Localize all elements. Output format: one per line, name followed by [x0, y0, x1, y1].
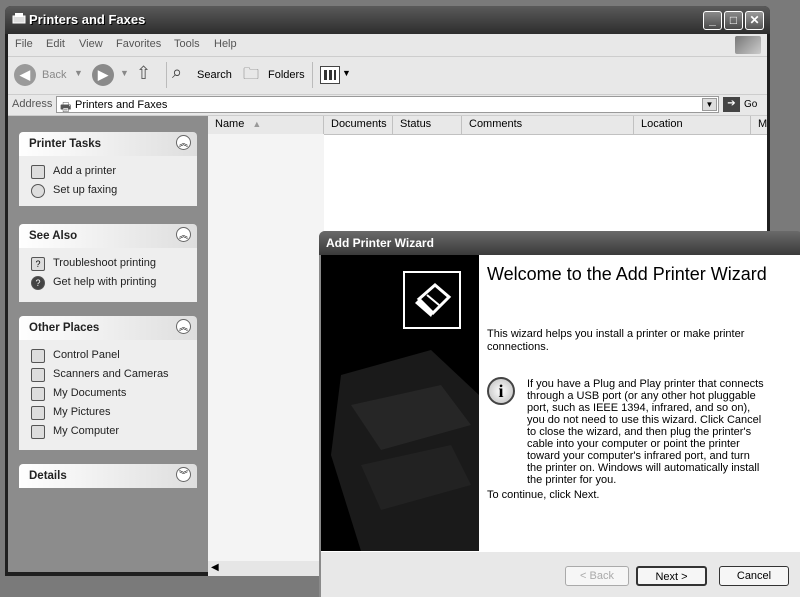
back-dropdown-icon[interactable]: ▼	[74, 68, 83, 78]
help-printing-link[interactable]: ? Get help with printing	[31, 275, 191, 293]
my-documents-link[interactable]: My Documents	[31, 386, 191, 404]
views-dropdown-icon[interactable]: ▼	[342, 68, 351, 78]
set-up-faxing-link[interactable]: Set up faxing	[31, 183, 181, 201]
scanners-cameras-link[interactable]: Scanners and Cameras	[31, 367, 191, 385]
wizard-title: Add Printer Wizard	[326, 236, 434, 250]
column-documents[interactable]: Documents	[324, 116, 393, 134]
go-button[interactable]: Go	[744, 99, 757, 110]
address-dropdown-icon[interactable]: ▼	[702, 98, 717, 111]
window-title: Printers and Faxes	[29, 12, 146, 27]
see-also-panel: ? Troubleshoot printing ? Get help with …	[19, 248, 197, 302]
cancel-button[interactable]: Cancel	[719, 566, 789, 586]
horizontal-scrollbar[interactable]: ◀	[208, 561, 324, 576]
add-printer-wizard-dialog: Add Printer Wizard Welcome to the Add Pr…	[319, 231, 800, 597]
column-header-row: Name ▲ Documents Status Comments Location…	[208, 116, 767, 135]
column-location[interactable]: Location	[634, 116, 751, 134]
my-computer-link[interactable]: My Computer	[31, 424, 191, 442]
collapse-chevron-icon[interactable]: ︽	[176, 319, 191, 334]
my-pictures-link[interactable]: My Pictures	[31, 405, 191, 423]
details-header[interactable]: Details ︾	[19, 464, 197, 488]
sort-ascending-icon: ▲	[252, 119, 262, 129]
forward-dropdown-icon[interactable]: ▼	[120, 68, 129, 78]
back-arrow-icon[interactable]: ◀	[14, 64, 36, 86]
pictures-folder-icon	[31, 406, 45, 420]
printer-tasks-header[interactable]: Printer Tasks ︽	[19, 132, 197, 156]
wizard-side-banner	[321, 255, 479, 551]
printer-folder-icon	[12, 13, 26, 24]
title-bar[interactable]: Printers and Faxes _ □ ✕	[5, 6, 770, 34]
scanner-icon	[31, 368, 45, 382]
views-icon[interactable]	[320, 66, 340, 84]
collapse-chevron-icon[interactable]: ︽	[176, 227, 191, 242]
back-button-label[interactable]: Back	[42, 69, 66, 81]
address-field[interactable]: 🖶 Printers and Faxes ▼	[56, 96, 719, 114]
toolbar-separator	[312, 62, 313, 88]
panel-title: Other Places	[29, 322, 100, 334]
printer-icon	[403, 271, 461, 329]
windows-logo-icon	[735, 36, 761, 54]
go-arrow-icon[interactable]: ➔	[723, 97, 740, 112]
menu-bar: File Edit View Favorites Tools Help	[8, 34, 767, 57]
address-value: Printers and Faxes	[75, 99, 168, 111]
wizard-continue-text: To continue, click Next.	[487, 489, 600, 501]
see-also-header[interactable]: See Also ︽	[19, 224, 197, 248]
menu-favorites[interactable]: Favorites	[116, 38, 161, 50]
fax-icon	[31, 184, 45, 198]
troubleshoot-printing-link[interactable]: ? Troubleshoot printing	[31, 256, 191, 274]
wizard-button-bar: < Back Next > Cancel	[321, 551, 800, 597]
minimize-button[interactable]: _	[703, 11, 722, 30]
wizard-title-bar[interactable]: Add Printer Wizard	[319, 231, 800, 255]
add-printer-icon	[31, 165, 45, 179]
column-status[interactable]: Status	[393, 116, 462, 134]
menu-help[interactable]: Help	[214, 38, 237, 50]
close-button[interactable]: ✕	[745, 11, 764, 30]
toolbar-separator	[166, 62, 167, 88]
panel-title: Details	[29, 470, 67, 482]
menu-view[interactable]: View	[79, 38, 103, 50]
panel-title: Printer Tasks	[29, 138, 102, 150]
info-icon: i	[487, 377, 515, 405]
column-model[interactable]: M	[751, 116, 767, 134]
documents-folder-icon	[31, 387, 45, 401]
toolbar: ◀ Back ▼ ▶ ▼ ⇧ ⌕ Search 🗀 Folders ▼	[8, 57, 767, 95]
add-printer-link[interactable]: Add a printer	[31, 164, 181, 182]
other-places-header[interactable]: Other Places ︽	[19, 316, 197, 340]
control-panel-icon	[31, 349, 45, 363]
help-circle-icon: ?	[31, 276, 45, 290]
menu-tools[interactable]: Tools	[174, 38, 200, 50]
panel-title: See Also	[29, 230, 78, 242]
computer-icon	[31, 425, 45, 439]
menu-edit[interactable]: Edit	[46, 38, 65, 50]
collapse-chevron-icon[interactable]: ︽	[176, 135, 191, 150]
help-question-icon: ?	[31, 257, 45, 271]
menu-file[interactable]: File	[15, 38, 33, 50]
search-icon[interactable]: ⌕	[172, 62, 182, 83]
folders-button[interactable]: Folders	[268, 69, 305, 81]
printer-tasks-panel: Add a printer Set up faxing	[19, 156, 197, 206]
column-name[interactable]: Name ▲	[208, 116, 324, 134]
up-folder-icon[interactable]: ⇧	[136, 63, 151, 84]
folders-icon[interactable]: 🗀	[243, 63, 259, 90]
other-places-panel: Control Panel Scanners and Cameras My Do…	[19, 340, 197, 450]
maximize-button[interactable]: □	[724, 11, 743, 30]
task-pane: Printer Tasks ︽ Add a printer Set up fax…	[8, 116, 208, 572]
column-comments[interactable]: Comments	[462, 116, 634, 134]
name-column-area	[208, 134, 324, 561]
wizard-info-text: If you have a Plug and Play printer that…	[527, 378, 764, 486]
wizard-heading: Welcome to the Add Printer Wizard	[487, 264, 767, 284]
wizard-content: Welcome to the Add Printer Wizard This w…	[479, 255, 800, 551]
next-button[interactable]: Next >	[636, 566, 707, 586]
search-button[interactable]: Search	[197, 69, 232, 81]
control-panel-link[interactable]: Control Panel	[31, 348, 191, 366]
back-button[interactable]: < Back	[565, 566, 629, 586]
address-label: Address	[12, 98, 53, 110]
address-bar: Address 🖶 Printers and Faxes ▼ ➔ Go	[8, 95, 767, 116]
scroll-left-icon[interactable]: ◀	[211, 562, 219, 573]
wizard-intro-text: This wizard helps you install a printer …	[487, 328, 745, 353]
expand-chevron-icon[interactable]: ︾	[176, 467, 191, 482]
forward-arrow-icon[interactable]: ▶	[92, 64, 114, 86]
